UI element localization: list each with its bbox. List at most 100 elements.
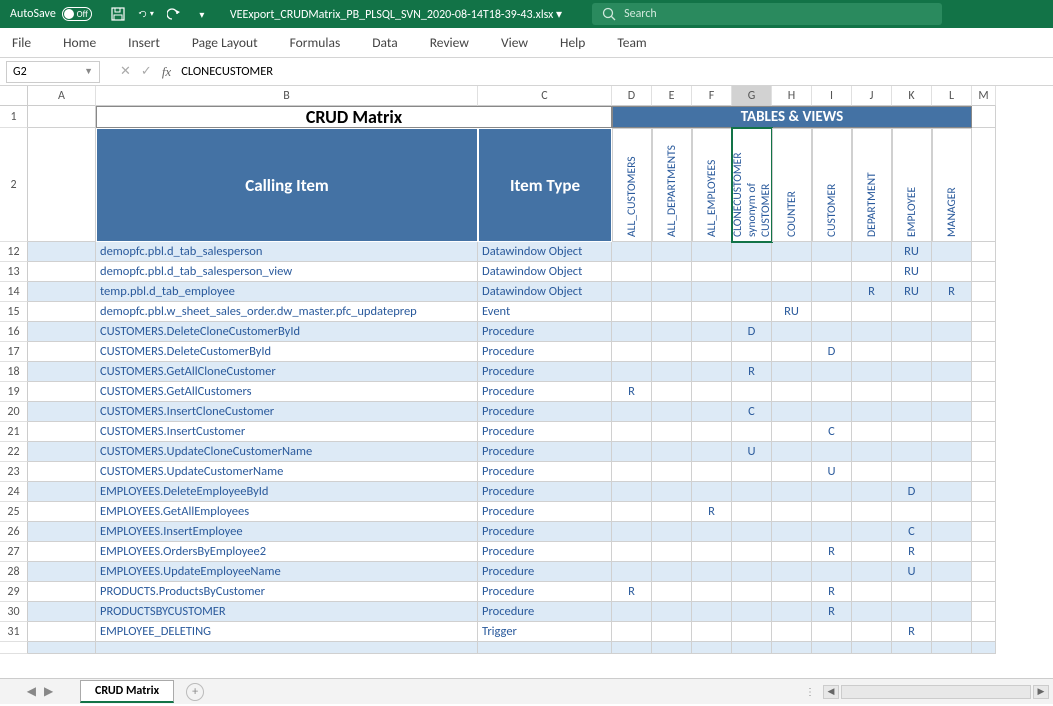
cell-partial[interactable] [692, 642, 732, 654]
cell-L26[interactable] [932, 522, 972, 542]
cell-K22[interactable] [892, 442, 932, 462]
cell-E14[interactable] [652, 282, 692, 302]
col-header-H[interactable]: H [772, 86, 812, 106]
horizontal-scrollbar[interactable]: ⋮ ◀ ▶ [204, 685, 1053, 699]
cell-J24[interactable] [852, 482, 892, 502]
cell-L23[interactable] [932, 462, 972, 482]
cell-partial[interactable] [28, 642, 96, 654]
cell-G24[interactable] [732, 482, 772, 502]
table-header-7[interactable]: EMPLOYEE [892, 128, 932, 242]
cell-A22[interactable] [28, 442, 96, 462]
cell-K20[interactable] [892, 402, 932, 422]
cell-E26[interactable] [652, 522, 692, 542]
cell-H31[interactable] [772, 622, 812, 642]
cell-K29[interactable] [892, 582, 932, 602]
cell-M26[interactable] [972, 522, 996, 542]
cell-M14[interactable] [972, 282, 996, 302]
cell-K12[interactable]: RU [892, 242, 932, 262]
cell-E13[interactable] [652, 262, 692, 282]
tab-team[interactable]: Team [617, 34, 646, 51]
cell-G17[interactable] [732, 342, 772, 362]
cell-G12[interactable] [732, 242, 772, 262]
spreadsheet-grid[interactable]: ABCDEFGHIJKLM1CRUD MatrixTABLES & VIEWS2… [0, 86, 1053, 678]
cell-L22[interactable] [932, 442, 972, 462]
cell-M16[interactable] [972, 322, 996, 342]
cell-H20[interactable] [772, 402, 812, 422]
cell-C15[interactable]: Event [478, 302, 612, 322]
cell-A18[interactable] [28, 362, 96, 382]
cell-D28[interactable] [612, 562, 652, 582]
enter-icon[interactable]: ✓ [141, 64, 152, 79]
cell-C31[interactable]: Trigger [478, 622, 612, 642]
cell-B22[interactable]: CUSTOMERS.UpdateCloneCustomerName [96, 442, 478, 462]
cell-I25[interactable] [812, 502, 852, 522]
cell-C14[interactable]: Datawindow Object [478, 282, 612, 302]
cell-K21[interactable] [892, 422, 932, 442]
cell-I21[interactable]: C [812, 422, 852, 442]
cell-G31[interactable] [732, 622, 772, 642]
cell-I27[interactable]: R [812, 542, 852, 562]
cell-B16[interactable]: CUSTOMERS.DeleteCloneCustomerById [96, 322, 478, 342]
cell-L12[interactable] [932, 242, 972, 262]
cell-D29[interactable]: R [612, 582, 652, 602]
cell-J15[interactable] [852, 302, 892, 322]
cell-D25[interactable] [612, 502, 652, 522]
cell-H24[interactable] [772, 482, 812, 502]
undo-icon[interactable]: ▾ [138, 6, 154, 22]
cell-L14[interactable]: R [932, 282, 972, 302]
cell-H25[interactable] [772, 502, 812, 522]
row-header-15[interactable]: 15 [0, 302, 28, 322]
cell-B13[interactable]: demopfc.pbl.d_tab_salesperson_view [96, 262, 478, 282]
cell-partial[interactable] [478, 642, 612, 654]
row-header-25[interactable]: 25 [0, 502, 28, 522]
col-header-A[interactable]: A [28, 86, 96, 106]
cell-J27[interactable] [852, 542, 892, 562]
cell-C20[interactable]: Procedure [478, 402, 612, 422]
cell-L15[interactable] [932, 302, 972, 322]
cell-H19[interactable] [772, 382, 812, 402]
cell-H28[interactable] [772, 562, 812, 582]
fx-icon[interactable]: fx [162, 64, 171, 80]
cell-G22[interactable]: U [732, 442, 772, 462]
cell-H12[interactable] [772, 242, 812, 262]
cell-I29[interactable]: R [812, 582, 852, 602]
col-header-K[interactable]: K [892, 86, 932, 106]
cell-B26[interactable]: EMPLOYEES.InsertEmployee [96, 522, 478, 542]
cell-I19[interactable] [812, 382, 852, 402]
cell-G21[interactable] [732, 422, 772, 442]
cell-L13[interactable] [932, 262, 972, 282]
save-icon[interactable] [110, 6, 126, 22]
cell-partial[interactable] [772, 642, 812, 654]
cell-A25[interactable] [28, 502, 96, 522]
cell-A29[interactable] [28, 582, 96, 602]
cell-B27[interactable]: EMPLOYEES.OrdersByEmployee2 [96, 542, 478, 562]
cell-C18[interactable]: Procedure [478, 362, 612, 382]
cell-J19[interactable] [852, 382, 892, 402]
sheet-tab-crud[interactable]: CRUD Matrix [80, 680, 174, 703]
cell-B12[interactable]: demopfc.pbl.d_tab_salesperson [96, 242, 478, 262]
name-box[interactable]: G2 ▼ [6, 61, 100, 83]
cell-J31[interactable] [852, 622, 892, 642]
cell-I28[interactable] [812, 562, 852, 582]
cell-J13[interactable] [852, 262, 892, 282]
cell-F14[interactable] [692, 282, 732, 302]
cell-D15[interactable] [612, 302, 652, 322]
col-header-J[interactable]: J [852, 86, 892, 106]
cell-L21[interactable] [932, 422, 972, 442]
cell-E24[interactable] [652, 482, 692, 502]
tab-home[interactable]: Home [63, 34, 96, 51]
cell-F21[interactable] [692, 422, 732, 442]
cell-B15[interactable]: demopfc.pbl.w_sheet_sales_order.dw_maste… [96, 302, 478, 322]
cell-F13[interactable] [692, 262, 732, 282]
tab-insert[interactable]: Insert [128, 34, 160, 51]
cell-I14[interactable] [812, 282, 852, 302]
cell-D26[interactable] [612, 522, 652, 542]
cell-E31[interactable] [652, 622, 692, 642]
redo-icon[interactable] [166, 6, 182, 22]
cell-J20[interactable] [852, 402, 892, 422]
search-box[interactable]: Search [592, 3, 942, 25]
cell-B29[interactable]: PRODUCTS.ProductsByCustomer [96, 582, 478, 602]
cell-C25[interactable]: Procedure [478, 502, 612, 522]
row-header-31[interactable]: 31 [0, 622, 28, 642]
cell-A17[interactable] [28, 342, 96, 362]
